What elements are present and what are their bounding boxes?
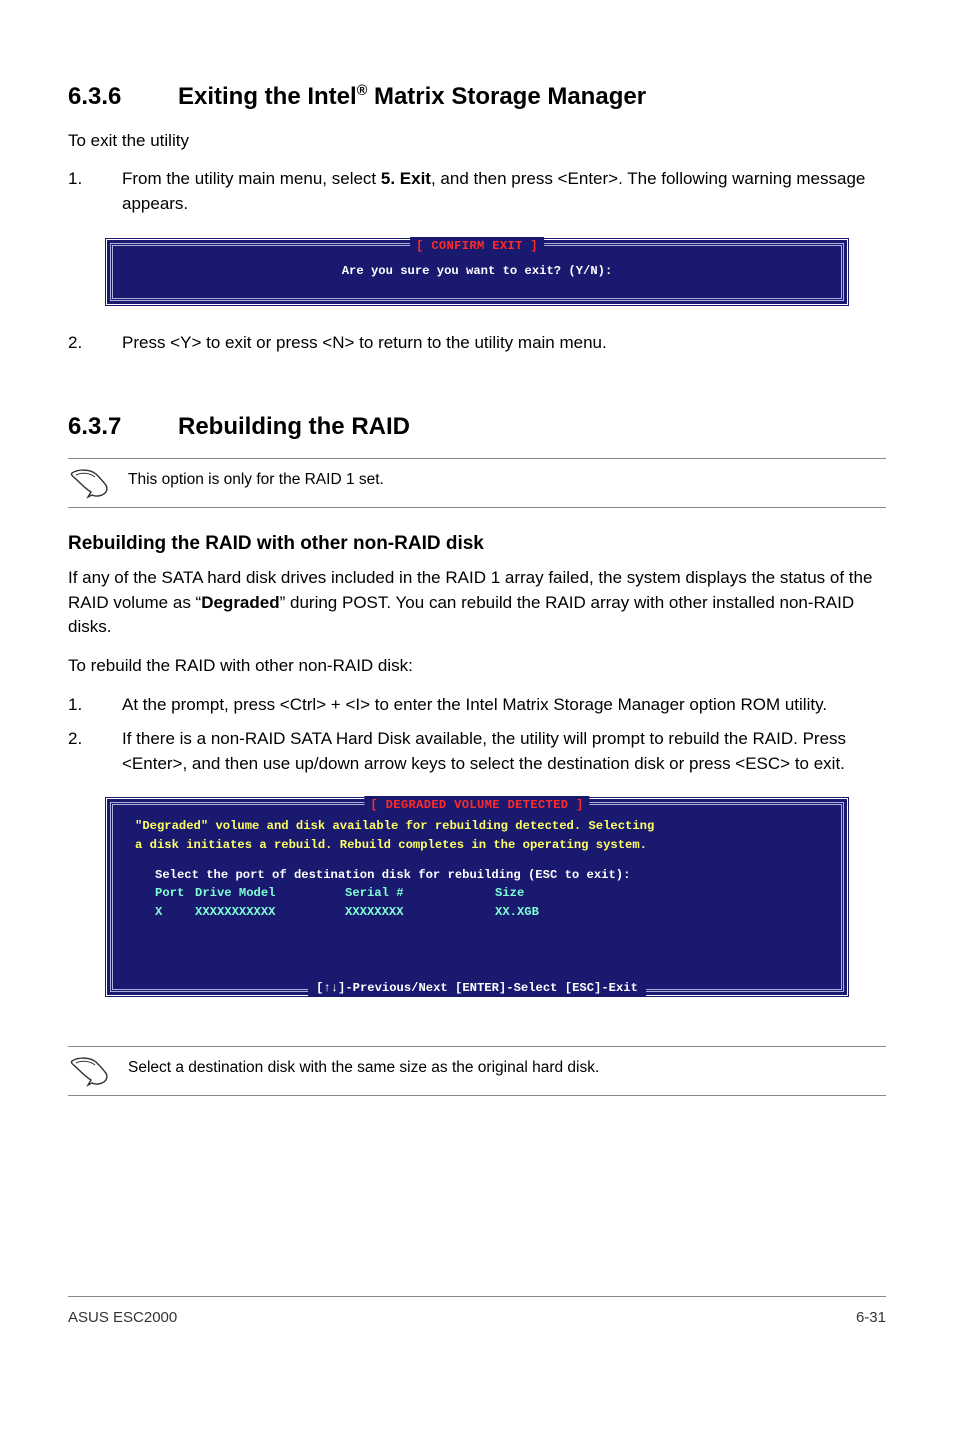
section-636-heading: Exiting the Intel® Matrix Storage Manage… [178, 80, 646, 115]
col-size: Size [495, 884, 524, 902]
footer-right: 6-31 [856, 1307, 886, 1329]
step-content: If there is a non-RAID SATA Hard Disk av… [122, 727, 886, 776]
subheading-637: Rebuilding the RAID with other non-RAID … [68, 530, 886, 558]
col-serial: Serial # [345, 884, 495, 902]
list-item: 1. From the utility main menu, select 5.… [68, 167, 886, 216]
terminal-line: Are you sure you want to exit? (Y/N): [133, 262, 821, 280]
val-port: X [155, 903, 195, 921]
footer-left: ASUS ESC2000 [68, 1307, 177, 1329]
section-636-intro: To exit the utility [68, 129, 886, 154]
terminal-line: "Degraded" volume and disk available for… [135, 817, 819, 835]
step-content: Press <Y> to exit or press <N> to return… [122, 331, 886, 356]
step-number: 1. [68, 167, 122, 216]
note-text: Select a destination disk with the same … [128, 1053, 599, 1079]
note-text: This option is only for the RAID 1 set. [128, 465, 384, 491]
step-content: From the utility main menu, select 5. Ex… [122, 167, 886, 216]
section-636-steps-2: 2. Press <Y> to exit or press <N> to ret… [68, 331, 886, 356]
step-number: 1. [68, 693, 122, 718]
val-size: XX.XGB [495, 903, 539, 921]
section-637-steps: 1. At the prompt, press <Ctrl> + <I> to … [68, 693, 886, 777]
terminal-legend: [ DEGRADED VOLUME DETECTED ] [364, 796, 589, 814]
para-637-1: If any of the SATA hard disk drives incl… [68, 566, 886, 640]
section-636-number: 6.3.6 [68, 80, 178, 115]
section-637-title: 6.3.7 Rebuilding the RAID [68, 410, 886, 445]
col-drive: Drive Model [195, 884, 345, 902]
list-item: 1. At the prompt, press <Ctrl> + <I> to … [68, 693, 886, 718]
section-636-steps: 1. From the utility main menu, select 5.… [68, 167, 886, 216]
text: From the utility main menu, select [122, 169, 381, 188]
degraded-volume-terminal: [ DEGRADED VOLUME DETECTED ] "Degraded" … [104, 796, 850, 997]
terminal-footer: [↑↓]-Previous/Next [ENTER]-Select [ESC]-… [308, 979, 646, 997]
col-port: Port [155, 884, 195, 902]
note-block-2: Select a destination disk with the same … [68, 1046, 886, 1096]
section-636-title-post: Matrix Storage Manager [367, 83, 646, 110]
section-637-heading: Rebuilding the RAID [178, 410, 410, 445]
list-item: 2. If there is a non-RAID SATA Hard Disk… [68, 727, 886, 776]
val-serial: XXXXXXXX [345, 903, 495, 921]
section-636-title-pre: Exiting the Intel [178, 83, 357, 110]
bold-text: 5. Exit [381, 169, 431, 188]
bold-text: Degraded [201, 593, 279, 612]
para-637-2: To rebuild the RAID with other non-RAID … [68, 654, 886, 679]
list-item: 2. Press <Y> to exit or press <N> to ret… [68, 331, 886, 356]
note-icon [68, 467, 112, 501]
section-637-number: 6.3.7 [68, 410, 178, 445]
step-number: 2. [68, 331, 122, 356]
note-icon [68, 1055, 112, 1089]
val-drive: XXXXXXXXXXX [195, 903, 345, 921]
confirm-exit-terminal: [ CONFIRM EXIT ] Are you sure you want t… [104, 237, 850, 307]
note-block-1: This option is only for the RAID 1 set. [68, 458, 886, 508]
section-636-title: 6.3.6 Exiting the Intel® Matrix Storage … [68, 80, 886, 115]
terminal-line: a disk initiates a rebuild. Rebuild comp… [135, 836, 819, 854]
terminal-data-row: XXXXXXXXXXXXXXXXXXXXXX.XGB [135, 903, 819, 921]
section-636-title-sup: ® [357, 83, 368, 99]
step-content: At the prompt, press <Ctrl> + <I> to ent… [122, 693, 886, 718]
step-number: 2. [68, 727, 122, 776]
terminal-header-row: PortDrive ModelSerial #Size [135, 884, 819, 902]
terminal-legend: [ CONFIRM EXIT ] [410, 237, 544, 255]
page-footer: ASUS ESC2000 6-31 [68, 1296, 886, 1329]
terminal-line: Select the port of destination disk for … [135, 866, 819, 884]
